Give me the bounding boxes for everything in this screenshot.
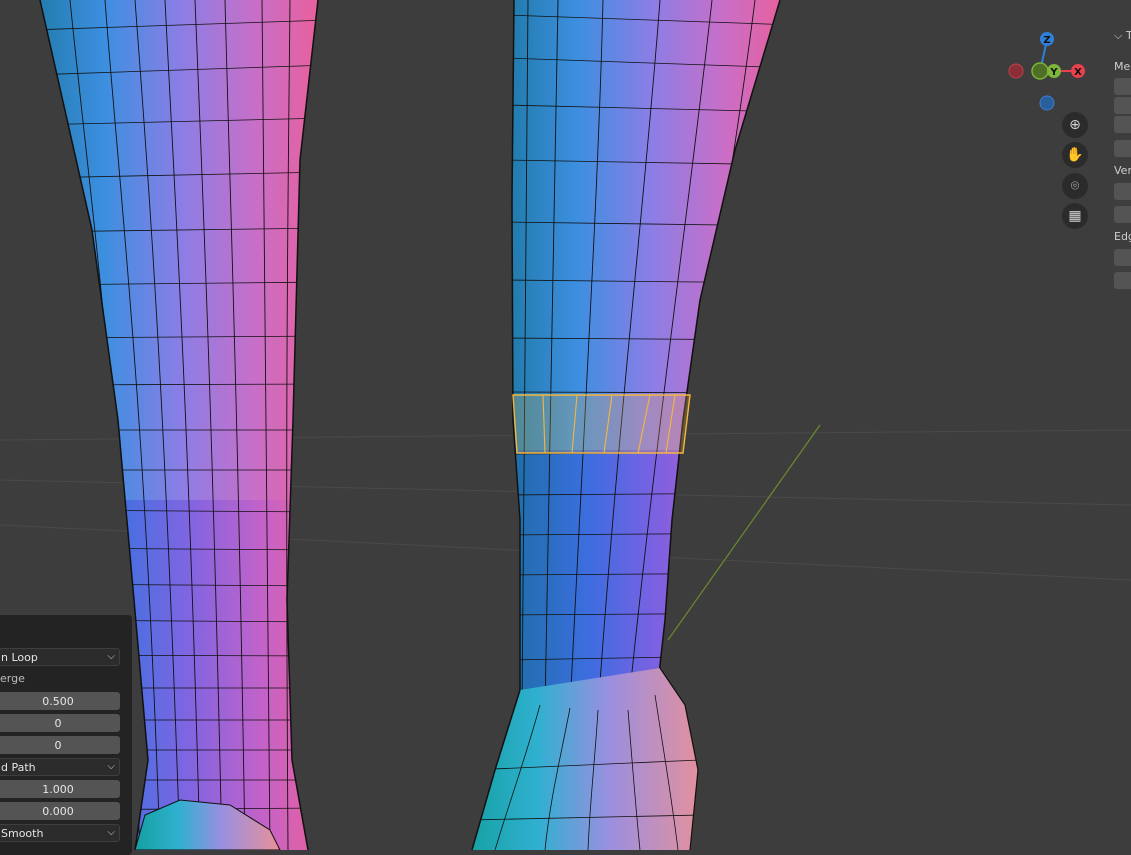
redo-last-panel: n Loop ⌵ erge 0.500 0 0 d Path ⌵ 1.000 0… [0, 615, 132, 855]
sidebar-section-mesh: Me [1114, 60, 1131, 73]
hand-pan-icon: ✋ [1066, 147, 1084, 163]
sidebar-field[interactable] [1114, 78, 1131, 95]
number-value-2: 0 [54, 738, 62, 752]
loop-mode-value: n Loop [1, 650, 38, 664]
smoothness-field[interactable]: 1.000 [0, 780, 120, 798]
path-mode-value: d Path [1, 760, 36, 774]
sidebar-field[interactable] [1114, 249, 1131, 266]
sidebar-field[interactable] [1114, 206, 1131, 223]
pan-button[interactable]: ✋ [1062, 142, 1088, 168]
factor-field[interactable]: 0.500 [0, 692, 120, 710]
number-field-2[interactable]: 0 [0, 736, 120, 754]
chevron-down-icon: ⌵ [107, 761, 115, 772]
gizmo-neg-x-icon [1008, 63, 1024, 79]
falloff-dropdown[interactable]: Smooth ⌵ [0, 824, 120, 842]
sidebar-section-vertex: Ver [1114, 164, 1131, 177]
loop-mode-dropdown[interactable]: n Loop ⌵ [0, 648, 120, 666]
zoom-button[interactable]: ⊕ [1062, 112, 1088, 138]
camera-view-button[interactable]: ⌾ [1062, 173, 1088, 199]
sidebar-field[interactable] [1114, 116, 1131, 133]
gizmo-neg-z-icon [1039, 95, 1055, 111]
gizmo-y-label: Y [1049, 67, 1058, 78]
sidebar-collapse-icon[interactable]: ⌵ [1114, 29, 1122, 43]
navigation-gizmo[interactable]: Z Y X [1000, 28, 1100, 118]
sidebar-header: T [1126, 29, 1131, 42]
right-leg-mesh [512, 0, 780, 710]
perspective-toggle-button[interactable]: ▦ [1062, 203, 1088, 229]
chevron-down-icon: ⌵ [107, 651, 115, 662]
gizmo-y-neg-icon [1031, 62, 1049, 80]
sidebar-section-edge: Edg [1114, 230, 1131, 243]
falloff-value: Smooth [1, 826, 44, 840]
merge-label: erge [0, 672, 25, 685]
3d-viewport[interactable] [0, 0, 1131, 850]
y-axis-line [667, 424, 821, 641]
sidebar-field[interactable] [1114, 183, 1131, 200]
smoothness-value: 1.000 [42, 782, 74, 796]
sidebar-field[interactable] [1114, 140, 1131, 157]
camera-icon: ⌾ [1070, 178, 1080, 194]
number-value-1: 0 [54, 716, 62, 730]
offset-value: 0.000 [42, 804, 74, 818]
sidebar-field[interactable] [1114, 97, 1131, 114]
offset-field[interactable]: 0.000 [0, 802, 120, 820]
selected-edge-loop[interactable] [512, 394, 691, 454]
gizmo-x-label: X [1074, 67, 1082, 78]
path-mode-dropdown[interactable]: d Path ⌵ [0, 758, 120, 776]
sidebar-panel: ⌵ T Me Ver Edg [1110, 0, 1131, 300]
sidebar-field[interactable] [1114, 272, 1131, 289]
factor-value: 0.500 [42, 694, 74, 708]
number-field-1[interactable]: 0 [0, 714, 120, 732]
right-foot-mesh [472, 668, 698, 850]
chevron-down-icon: ⌵ [107, 827, 115, 838]
grid-perspective-icon: ▦ [1068, 208, 1082, 224]
zoom-icon: ⊕ [1069, 117, 1081, 133]
gizmo-z-label: Z [1043, 35, 1050, 46]
